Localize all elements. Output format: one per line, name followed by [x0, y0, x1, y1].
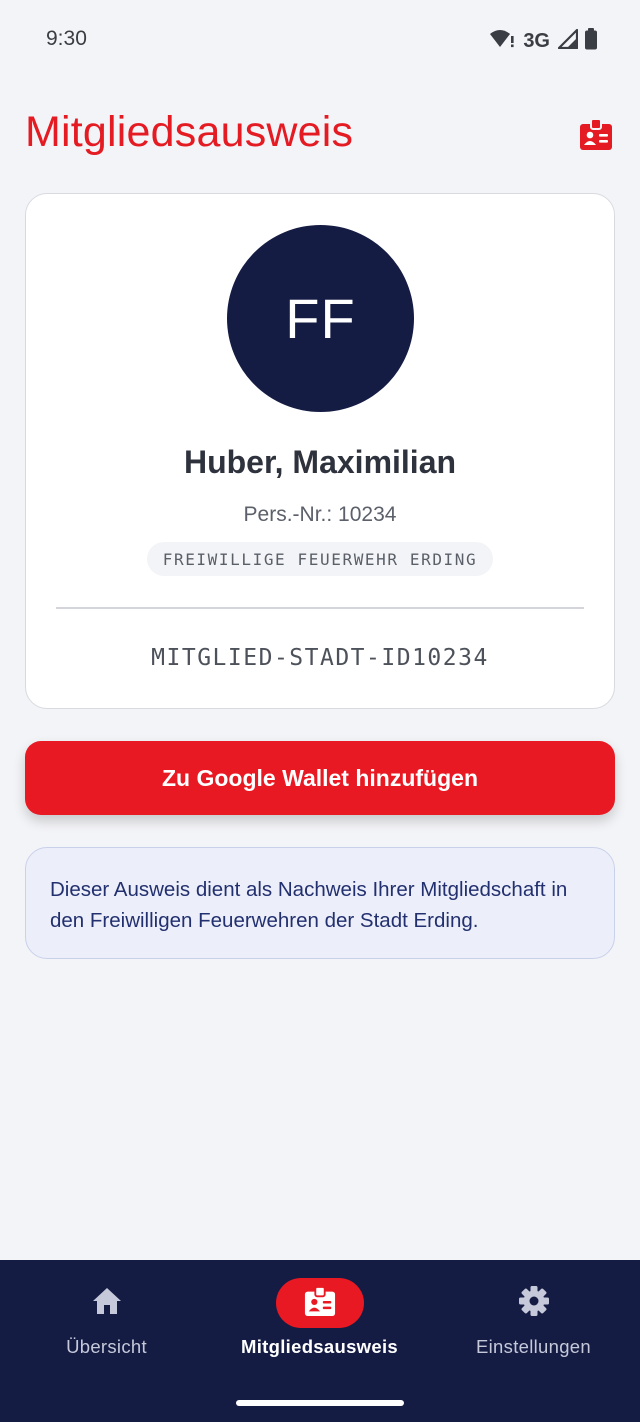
nav-label-settings: Einstellungen: [476, 1336, 591, 1357]
personnel-number: Pers.-Nr.: 10234: [243, 503, 397, 526]
status-bar: 9:30 3G: [0, 0, 640, 80]
nav-label-membership-card: Mitgliedsausweis: [241, 1336, 398, 1357]
nav-item-settings[interactable]: Einstellungen: [427, 1260, 640, 1390]
page-title: Mitgliedsausweis: [25, 108, 354, 156]
screen: 9:30 3G Mitgliedsausweis FF Huber, Maxim…: [0, 0, 640, 1422]
member-name: Huber, Maximilian: [183, 444, 457, 480]
member-id-code: MITGLIED-STADT-ID10234: [151, 645, 489, 671]
nav-item-overview[interactable]: Übersicht: [0, 1260, 213, 1390]
gear-icon: [518, 1285, 550, 1322]
nav-label-overview: Übersicht: [66, 1336, 147, 1357]
id-badge-icon: [304, 1285, 336, 1322]
nav-item-membership-card[interactable]: Mitgliedsausweis: [213, 1260, 426, 1390]
network-type: 3G: [523, 30, 550, 52]
status-icons: 3G: [489, 28, 598, 55]
home-indicator[interactable]: [236, 1400, 404, 1406]
id-badge-icon[interactable]: [579, 117, 613, 151]
organization-badge: FREIWILLIGE FEUERWEHR ERDING: [147, 542, 493, 576]
avatar: FF: [227, 225, 414, 412]
info-box: Dieser Ausweis dient als Nachweis Ihrer …: [25, 847, 615, 959]
signal-icon: [557, 28, 579, 54]
home-icon: [91, 1286, 123, 1321]
info-text: Dieser Ausweis dient als Nachweis Ihrer …: [50, 878, 568, 932]
add-to-google-wallet-button[interactable]: Zu Google Wallet hinzufügen: [25, 741, 615, 815]
battery-icon: [584, 28, 598, 55]
member-card: FF Huber, Maximilian Pers.-Nr.: 10234 FR…: [25, 193, 615, 709]
status-time: 9:30: [46, 27, 87, 50]
wifi-alert-icon: [489, 28, 515, 55]
bottom-navigation: Übersicht Mitgliedsausweis Einstellungen: [0, 1260, 640, 1422]
divider: [56, 607, 584, 609]
